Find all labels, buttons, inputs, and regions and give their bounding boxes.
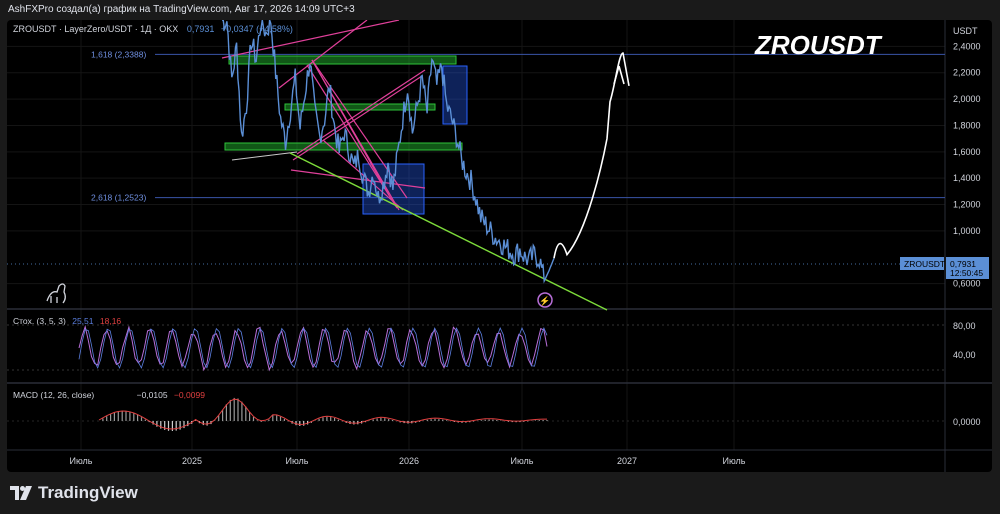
price-tag-symbol: ZROUSDT bbox=[904, 259, 945, 269]
symbol-line: ZROUSDT · LayerZero/USDT · 1Д · OKX bbox=[13, 24, 178, 34]
symbol-legend: ZROUSDT · LayerZero/USDT · 1Д · OKX 0,79… bbox=[13, 24, 293, 34]
x-tick-label: 2025 bbox=[182, 456, 202, 466]
currency-label[interactable]: USDT bbox=[953, 26, 978, 36]
projection-arrow[interactable] bbox=[553, 52, 630, 259]
tradingview-icon bbox=[10, 486, 32, 500]
x-tick-label: 2027 bbox=[617, 456, 637, 466]
stoch-pane[interactable]: Стох. (3, 5, 3) 25,51 18,16 80,00 40,00 bbox=[7, 316, 976, 372]
y-tick-label: 1,0000 bbox=[953, 226, 981, 236]
stoch-tick-40: 40,00 bbox=[953, 350, 976, 360]
chart-svg[interactable]: 1,618 (2,3388) 2,618 (1,2523) ⚡ ZROUSDT Z… bbox=[7, 20, 992, 472]
dino-icon[interactable] bbox=[46, 283, 66, 304]
watermark: ZROUSDT bbox=[754, 30, 883, 60]
pink-line-6[interactable] bbox=[311, 59, 408, 199]
time-axis[interactable]: Июль 2025 Июль 2026 Июль 2027 Июль bbox=[70, 456, 746, 466]
stoch-d: 18,16 bbox=[100, 316, 122, 326]
macd-histogram[interactable] bbox=[99, 397, 548, 431]
y-tick-label: 1,4000 bbox=[953, 173, 981, 183]
white-line[interactable] bbox=[231, 151, 298, 161]
x-tick-label: 2026 bbox=[399, 456, 419, 466]
macd-signal-line[interactable] bbox=[98, 398, 547, 430]
blue-box-2[interactable] bbox=[442, 65, 468, 125]
macd-name: MACD (12, 26, close) bbox=[13, 390, 94, 400]
lightning-icon: ⚡ bbox=[539, 295, 550, 307]
y-tick-label: 2,0000 bbox=[953, 94, 981, 104]
y-tick-label: 2,2000 bbox=[953, 68, 981, 78]
stoch-legend: Стох. (3, 5, 3) 25,51 18,16 bbox=[13, 316, 121, 326]
event-marker[interactable]: ⚡ bbox=[537, 292, 553, 308]
fib-label: 1,618 (2,3388) bbox=[91, 49, 146, 59]
fib-label: 2,618 (1,2523) bbox=[91, 193, 146, 203]
y-tick-label: 1,8000 bbox=[953, 120, 981, 130]
price-tag-countdown: 12:50:45 bbox=[950, 268, 983, 278]
chart-frame: 1,618 (2,3388) 2,618 (1,2523) ⚡ ZROUSDT … bbox=[7, 20, 992, 472]
symbol-change: +0,0347 (+4,58%) bbox=[221, 24, 293, 34]
macd-v1: −0,0105 bbox=[137, 390, 168, 400]
macd-legend: MACD (12, 26, close) −0,0105 −0,0099 bbox=[13, 390, 205, 400]
zone-3[interactable] bbox=[224, 142, 463, 151]
x-tick-label: Июль bbox=[70, 456, 93, 466]
y-tick-label: 0,6000 bbox=[953, 279, 981, 289]
price-axis[interactable]: 2,4000 2,2000 2,0000 1,8000 1,6000 1,4000 1,20… bbox=[953, 41, 981, 288]
support-line[interactable] bbox=[289, 152, 608, 311]
grid bbox=[7, 20, 945, 450]
y-tick-label: 1,2000 bbox=[953, 200, 981, 210]
macd-v2: −0,0099 bbox=[174, 390, 205, 400]
symbol-price: 0,7931 bbox=[187, 24, 215, 34]
macd-tick: 0,0000 bbox=[953, 417, 981, 427]
zone-2[interactable] bbox=[284, 103, 436, 111]
macd-pane[interactable]: MACD (12, 26, close) −0,0105 −0,0099 0,0… bbox=[7, 390, 981, 431]
stoch-k: 25,51 bbox=[72, 316, 94, 326]
stoch-name: Стох. (3, 5, 3) bbox=[13, 316, 66, 326]
x-tick-label: Июль bbox=[723, 456, 746, 466]
y-tick-label: 2,4000 bbox=[953, 41, 981, 51]
stoch-tick-80: 80,00 bbox=[953, 321, 976, 331]
zone-1[interactable] bbox=[228, 55, 457, 65]
x-tick-label: Июль bbox=[286, 456, 309, 466]
x-tick-label: Июль bbox=[511, 456, 534, 466]
tradingview-logo[interactable]: TradingView bbox=[10, 482, 138, 504]
y-tick-label: 1,6000 bbox=[953, 147, 981, 157]
brand-label: TradingView bbox=[38, 483, 138, 502]
chart-header: AshFXPro создал(а) график на TradingView… bbox=[8, 4, 355, 15]
